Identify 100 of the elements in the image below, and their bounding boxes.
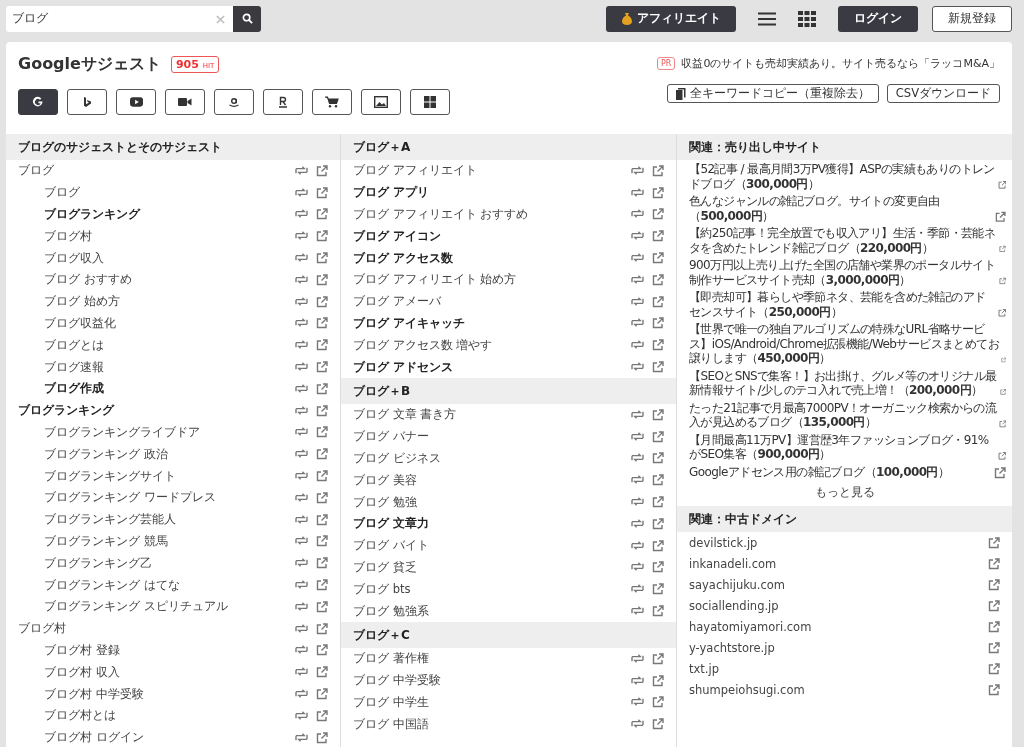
source-tab[interactable]	[18, 89, 58, 115]
swap-icon[interactable]	[295, 709, 308, 721]
external-link-icon[interactable]	[997, 179, 1006, 191]
swap-icon[interactable]	[295, 513, 308, 525]
swap-icon[interactable]	[631, 230, 644, 242]
keyword-link[interactable]: ブログ収入	[44, 250, 104, 266]
swap-icon[interactable]	[295, 666, 308, 678]
swap-icon[interactable]	[631, 361, 644, 373]
external-link-icon[interactable]	[652, 408, 664, 421]
external-link-icon[interactable]	[998, 417, 1006, 430]
source-tab[interactable]	[410, 89, 450, 115]
source-tab[interactable]	[263, 89, 303, 115]
keyword-link[interactable]: ブログランキング 政治	[44, 446, 168, 462]
keyword-link[interactable]: ブログ 始め方	[44, 294, 120, 310]
external-link-icon[interactable]	[652, 273, 664, 286]
site-listing-link[interactable]: 【SEOとSNSで集客！】お出掛け、グルメ等のオリジナル最新情報サイト/少しのテコ入れで売上増！（200,000円）	[689, 368, 998, 398]
keyword-link[interactable]: ブログランキング	[44, 207, 140, 222]
external-link-icon[interactable]	[316, 448, 328, 461]
swap-icon[interactable]	[295, 404, 308, 416]
keyword-link[interactable]: ブログランキング芸能人	[44, 512, 176, 528]
swap-icon[interactable]	[295, 644, 308, 656]
swap-icon[interactable]	[631, 273, 644, 285]
csv-download-button[interactable]: CSVダウンロード	[886, 84, 1000, 103]
keyword-link[interactable]: ブログ アクセス数	[353, 250, 453, 266]
external-link-icon[interactable]	[316, 317, 328, 330]
external-link-icon[interactable]	[652, 496, 664, 509]
signup-button[interactable]: 新規登録	[932, 5, 1012, 32]
external-link-icon[interactable]	[652, 696, 664, 709]
keyword-link[interactable]: ブログ アメーバ	[353, 294, 441, 310]
keyword-link[interactable]: ブログ 勉強系	[353, 603, 429, 619]
external-link-icon[interactable]	[652, 474, 664, 487]
external-link-icon[interactable]	[652, 561, 664, 574]
keyword-link[interactable]: ブログ バイト	[353, 538, 429, 554]
swap-icon[interactable]	[631, 408, 644, 420]
external-link-icon[interactable]	[316, 164, 328, 177]
external-link-icon[interactable]	[652, 252, 664, 265]
site-listing-link[interactable]: 【52記事 / 最高月間3万PV獲得】ASPの実績もありのトレンドブログ（300,000円）	[689, 162, 996, 191]
external-link-icon[interactable]	[316, 557, 328, 570]
swap-icon[interactable]	[631, 186, 644, 198]
keyword-link[interactable]: ブログ おすすめ	[44, 272, 132, 288]
swap-icon[interactable]	[631, 583, 644, 595]
keyword-link[interactable]: ブログ村 中学受験	[44, 686, 144, 702]
external-link-icon[interactable]	[316, 644, 328, 657]
external-link-icon[interactable]	[997, 307, 1006, 319]
menu-icon[interactable]	[758, 11, 776, 26]
source-tab[interactable]	[165, 89, 205, 115]
external-link-icon[interactable]	[316, 666, 328, 679]
keyword-link[interactable]: ブログ村 登録	[44, 642, 120, 658]
external-link-icon[interactable]	[652, 208, 664, 221]
swap-icon[interactable]	[631, 252, 644, 264]
external-link-icon[interactable]	[316, 709, 328, 722]
external-link-icon[interactable]	[316, 470, 328, 483]
keyword-link[interactable]: ブログランキングライブドア	[44, 424, 200, 440]
swap-icon[interactable]	[295, 731, 308, 743]
keyword-link[interactable]: ブログ 美容	[353, 472, 417, 488]
keyword-link[interactable]: ブログ 貧乏	[353, 559, 417, 575]
site-listing-link[interactable]: 900万円以上売り上げた全国の店舗や業界のポータルサイト制作サービスサイト売却（3,000,000円）	[689, 258, 997, 287]
keyword-link[interactable]: ブログ 著作権	[353, 651, 429, 667]
external-link-icon[interactable]	[316, 600, 328, 613]
swap-icon[interactable]	[295, 317, 308, 329]
external-link-icon[interactable]	[994, 467, 1006, 479]
swap-icon[interactable]	[631, 718, 644, 730]
swap-icon[interactable]	[295, 448, 308, 460]
site-listing-link[interactable]: 【約250記事！完全放置でも収入アリ】生活・季節・芸能ネタを含めたトレンド雑記ブログ（220,000円）	[689, 226, 998, 255]
swap-icon[interactable]	[631, 164, 644, 176]
external-link-icon[interactable]	[652, 652, 664, 665]
external-link-icon[interactable]	[652, 517, 664, 530]
external-link-icon[interactable]	[652, 430, 664, 443]
keyword-link[interactable]: ブログ	[44, 185, 80, 201]
swap-icon[interactable]	[631, 561, 644, 573]
keyword-link[interactable]: ブログランキング ワードプレス	[44, 490, 216, 506]
source-tab[interactable]	[312, 89, 352, 115]
domain-link[interactable]: inkanadeli.com	[689, 556, 777, 571]
copy-keywords-button[interactable]: 全キーワードコピー（重複除去）	[666, 84, 879, 103]
external-link-icon[interactable]	[995, 211, 1006, 223]
keyword-link[interactable]: ブログランキング スピリチュアル	[44, 599, 228, 615]
swap-icon[interactable]	[631, 452, 644, 464]
external-link-icon[interactable]	[652, 718, 664, 731]
swap-icon[interactable]	[631, 696, 644, 708]
swap-icon[interactable]	[631, 208, 644, 220]
keyword-link[interactable]: ブログ アイキャッチ	[353, 315, 465, 331]
keyword-link[interactable]: ブログランキング 競馬	[44, 533, 168, 549]
keyword-link[interactable]: ブログ 文章 書き方	[353, 407, 457, 423]
swap-icon[interactable]	[631, 430, 644, 442]
external-link-icon[interactable]	[652, 164, 664, 177]
swap-icon[interactable]	[295, 295, 308, 307]
domain-link[interactable]: y-yachtstore.jp	[689, 640, 775, 655]
domain-link[interactable]: sociallending.jp	[689, 598, 779, 613]
keyword-link[interactable]: ブログ	[18, 163, 54, 179]
keyword-link[interactable]: ブログ村 ログイン	[44, 730, 144, 746]
external-link-icon[interactable]	[316, 491, 328, 504]
keyword-link[interactable]: ブログ アフィリエイト	[353, 163, 477, 179]
swap-icon[interactable]	[295, 186, 308, 198]
domain-link[interactable]: hayatomiyamori.com	[689, 619, 812, 634]
keyword-link[interactable]: ブログ作成	[44, 381, 104, 397]
external-link-icon[interactable]	[652, 605, 664, 618]
external-link-icon[interactable]	[316, 186, 328, 199]
swap-icon[interactable]	[295, 557, 308, 569]
more-link[interactable]: もっと見る	[814, 485, 875, 500]
keyword-link[interactable]: ブログランキング はてな	[44, 577, 180, 593]
